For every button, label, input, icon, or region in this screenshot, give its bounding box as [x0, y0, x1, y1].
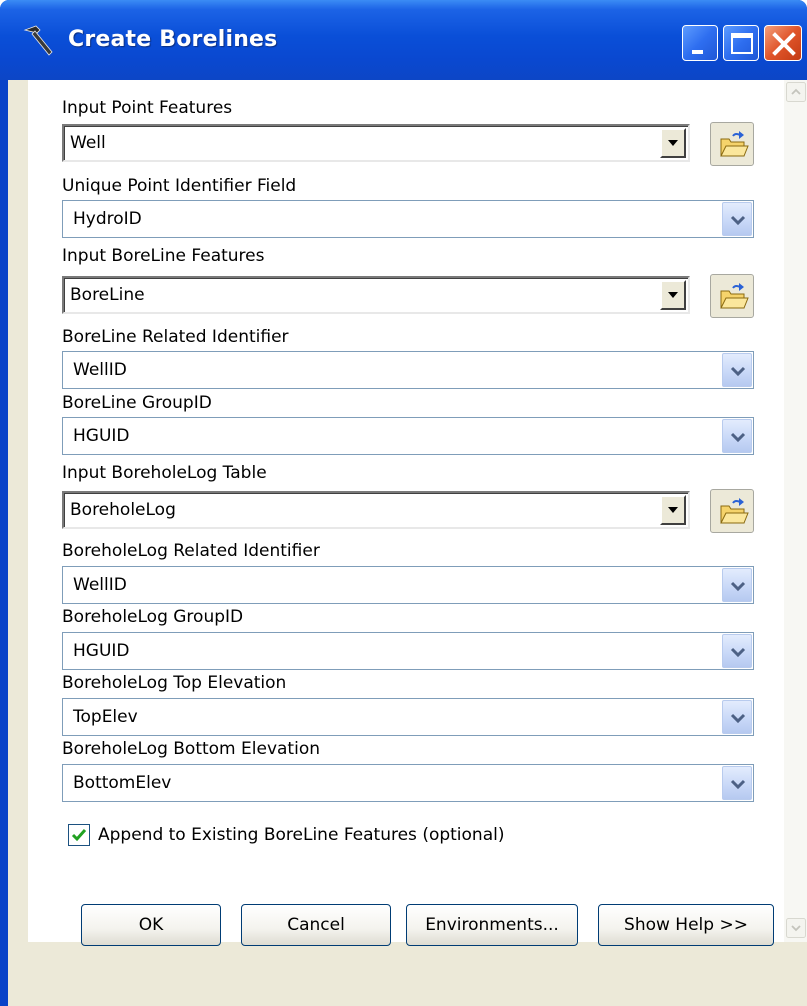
ok-button[interactable]: OK	[81, 904, 221, 946]
input-point-features-label: Input Point Features	[62, 98, 233, 118]
boreholelog-related-identifier-dropdown[interactable]: WellID	[62, 566, 754, 604]
dropdown-button[interactable]	[722, 700, 752, 734]
dropdown-button[interactable]	[722, 202, 752, 236]
dropdown-arrow-icon	[668, 140, 678, 146]
boreholelog-top-elevation-value: TopElev	[73, 707, 138, 727]
boreline-groupid-value: HGUID	[73, 426, 130, 446]
boreholelog-groupid-label: BoreholeLog GroupID	[62, 607, 244, 627]
input-boreline-features-combo[interactable]: BoreLine	[62, 276, 690, 314]
close-button[interactable]	[764, 25, 802, 61]
browse-boreholelog-table-button[interactable]	[710, 489, 754, 533]
boreholelog-bottom-elevation-value: BottomElev	[73, 773, 172, 793]
vertical-scrollbar[interactable]	[784, 80, 807, 942]
boreline-related-identifier-value: WellID	[73, 360, 127, 380]
dropdown-arrow-icon	[668, 292, 678, 298]
chevron-down-icon	[730, 647, 746, 658]
combo-dropdown-button[interactable]	[660, 495, 686, 525]
input-boreholelog-table-label: Input BoreholeLog Table	[62, 463, 267, 483]
combo-dropdown-button[interactable]	[660, 280, 686, 310]
dialog-body: Input Point Features Well Unique Point I…	[8, 80, 807, 1006]
minimize-button[interactable]	[682, 25, 718, 61]
combo-dropdown-button[interactable]	[660, 128, 686, 158]
show-help-button[interactable]: Show Help >>	[598, 904, 774, 946]
window-title: Create Borelines	[68, 27, 278, 52]
dropdown-button[interactable]	[722, 568, 752, 602]
boreholelog-bottom-elevation-label: BoreholeLog Bottom Elevation	[62, 739, 320, 759]
unique-point-identifier-field-dropdown[interactable]: HydroID	[62, 200, 754, 238]
environments-button[interactable]: Environments...	[406, 904, 578, 946]
scroll-down-icon[interactable]	[786, 918, 806, 938]
checkmark-icon	[71, 829, 87, 842]
boreholelog-bottom-elevation-dropdown[interactable]: BottomElev	[62, 764, 754, 802]
scroll-up-icon[interactable]	[786, 82, 806, 102]
maximize-button[interactable]	[723, 25, 759, 61]
input-boreholelog-table-combo[interactable]: BoreholeLog	[62, 491, 690, 529]
minimize-icon	[692, 50, 703, 54]
close-icon	[772, 32, 796, 56]
chevron-down-icon	[730, 432, 746, 443]
boreline-related-identifier-dropdown[interactable]: WellID	[62, 351, 754, 389]
cancel-button[interactable]: Cancel	[241, 904, 391, 946]
dialog-window: Create Borelines Input Point Features We…	[0, 0, 807, 1006]
boreholelog-top-elevation-dropdown[interactable]: TopElev	[62, 698, 754, 736]
input-boreline-features-label: Input BoreLine Features	[62, 246, 265, 266]
boreholelog-top-elevation-label: BoreholeLog Top Elevation	[62, 673, 287, 693]
chevron-down-icon	[730, 215, 746, 226]
input-boreline-features-value: BoreLine	[70, 285, 145, 305]
unique-point-identifier-field-value: HydroID	[73, 209, 142, 229]
boreholelog-groupid-dropdown[interactable]: HGUID	[62, 632, 754, 670]
open-folder-icon	[720, 283, 749, 309]
unique-point-identifier-field-label: Unique Point Identifier Field	[62, 176, 297, 196]
dropdown-arrow-icon	[668, 507, 678, 513]
open-folder-icon	[720, 498, 749, 524]
hammer-icon	[23, 25, 53, 56]
dropdown-button[interactable]	[722, 634, 752, 668]
dropdown-button[interactable]	[722, 353, 752, 387]
boreline-groupid-label: BoreLine GroupID	[62, 393, 212, 413]
append-checkbox[interactable]	[68, 824, 90, 846]
input-point-features-value: Well	[70, 133, 106, 153]
input-point-features-combo[interactable]: Well	[62, 124, 690, 162]
input-boreholelog-table-value: BoreholeLog	[70, 500, 176, 520]
dropdown-button[interactable]	[722, 419, 752, 453]
browse-boreline-features-button[interactable]	[710, 274, 754, 318]
chevron-down-icon	[730, 581, 746, 592]
boreline-related-identifier-label: BoreLine Related Identifier	[62, 327, 289, 347]
browse-point-features-button[interactable]	[710, 122, 754, 166]
boreholelog-related-identifier-value: WellID	[73, 575, 127, 595]
maximize-icon	[731, 33, 753, 54]
chevron-down-icon	[730, 366, 746, 377]
chevron-down-icon	[730, 713, 746, 724]
dropdown-button[interactable]	[722, 766, 752, 800]
boreholelog-related-identifier-label: BoreholeLog Related Identifier	[62, 541, 320, 561]
title-bar[interactable]: Create Borelines	[0, 0, 807, 80]
open-folder-icon	[720, 131, 749, 157]
boreline-groupid-dropdown[interactable]: HGUID	[62, 417, 754, 455]
append-checkbox-label: Append to Existing BoreLine Features (op…	[98, 825, 505, 845]
chevron-down-icon	[730, 779, 746, 790]
boreholelog-groupid-value: HGUID	[73, 641, 130, 661]
